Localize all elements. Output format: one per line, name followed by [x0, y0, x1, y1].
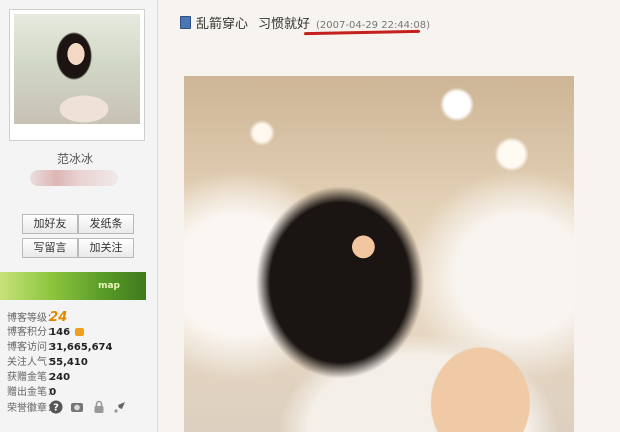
stat-label: 博客等级： — [7, 313, 57, 324]
stats-list: 博客等级： 24 博客积分： 146 博客访问： 31,665,674 关注人气… — [7, 310, 152, 415]
post-header: 乱箭穿心 习惯就好 (2007-04-29 22:44:08) — [180, 13, 430, 32]
write-message-button[interactable]: 写留言 — [22, 238, 78, 258]
avatar[interactable] — [14, 14, 140, 124]
medal-list: ? — [49, 400, 131, 415]
stat-value: 240 — [49, 372, 71, 383]
stat-label: 赠出金笔： — [7, 387, 57, 398]
profile-name[interactable]: 范冰冰 — [0, 150, 150, 167]
stat-label: 博客积分： — [7, 327, 57, 338]
map-banner[interactable]: map — [0, 272, 146, 300]
stat-value: 0 — [49, 387, 57, 398]
rocket-medal-icon[interactable] — [113, 400, 127, 414]
follow-button[interactable]: 加关注 — [78, 238, 134, 258]
stat-label: 荣誉徽章： — [7, 402, 57, 414]
stat-badges: 荣誉徽章： ? — [7, 400, 152, 415]
stat-pens-given: 赠出金笔： 0 — [7, 385, 152, 400]
lock-medal-icon[interactable] — [92, 400, 106, 414]
post-title[interactable]: 乱箭穿心 — [196, 17, 248, 32]
stat-pens-received: 获赠金笔： 240 — [7, 370, 152, 385]
stat-level: 博客等级： 24 — [7, 310, 152, 325]
stat-value: 55,410 — [49, 357, 88, 368]
blurred-text — [30, 170, 118, 186]
stat-value: 24 — [49, 310, 68, 325]
stat-label: 获赠金笔： — [7, 372, 57, 383]
stat-visits: 博客访问： 31,665,674 — [7, 340, 152, 355]
post-subtitle: 习惯就好 — [258, 17, 311, 32]
profile-sidebar: 范冰冰 加好友 发纸条 写留言 加关注 map 博客等级： 24 博客积分： 1… — [0, 0, 158, 432]
send-note-button[interactable]: 发纸条 — [78, 214, 134, 234]
stat-value: 146 — [49, 327, 71, 338]
camera-medal-icon[interactable] — [70, 400, 84, 414]
add-friend-button[interactable]: 加好友 — [22, 214, 78, 234]
avatar-frame — [9, 9, 145, 141]
stat-label: 博客访问： — [7, 342, 57, 353]
stat-popularity: 关注人气： 55,410 — [7, 355, 152, 370]
post-content: 乱箭穿心 习惯就好 (2007-04-29 22:44:08) — [158, 0, 620, 432]
svg-text:?: ? — [53, 403, 59, 414]
stat-value: 31,665,674 — [49, 342, 113, 353]
stat-points: 博客积分： 146 — [7, 325, 152, 340]
points-icon — [75, 328, 85, 336]
post-icon — [180, 16, 191, 29]
help-medal-icon[interactable]: ? — [49, 400, 63, 414]
stat-label: 关注人气： — [7, 357, 57, 368]
post-image[interactable] — [184, 76, 574, 432]
map-label: map — [98, 281, 120, 291]
